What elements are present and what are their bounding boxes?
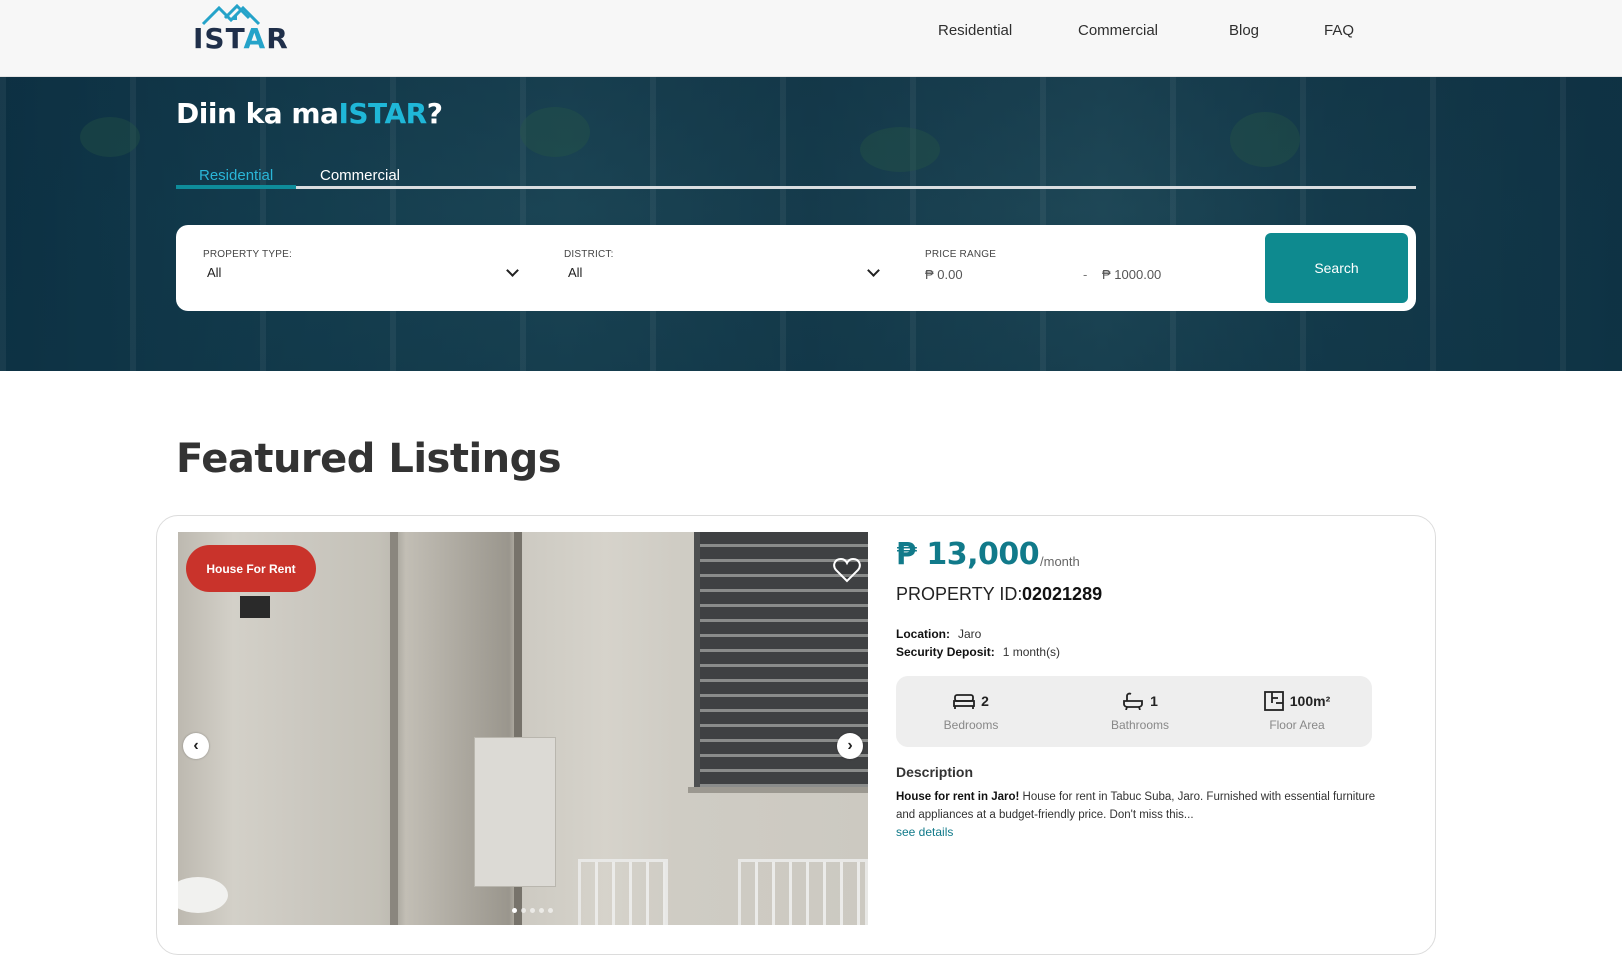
floor-area-value: 100m²: [1289, 693, 1331, 709]
bathrooms-count: 1: [1150, 693, 1158, 709]
bedrooms-label: Bedrooms: [943, 718, 999, 732]
deposit-line: Security Deposit: 1 month(s): [896, 645, 1060, 659]
price-separator: -: [1083, 267, 1088, 282]
deposit-value: 1 month(s): [1002, 645, 1061, 659]
hero-banner: Diin ka maISTAR? Residential Commercial …: [0, 77, 1622, 371]
drying-rack: [578, 859, 668, 925]
stool: [178, 877, 228, 913]
search-panel: PROPERTY TYPE: All DISTRICT: All PRICE R…: [176, 225, 1416, 311]
district-label: DISTRICT:: [564, 249, 614, 260]
nav-link-commercial[interactable]: Commercial: [1078, 22, 1158, 39]
carousel-next-button[interactable]: ›: [837, 733, 863, 759]
tab-residential[interactable]: Residential: [199, 167, 273, 184]
price-min-input[interactable]: ₱ 0.00: [925, 267, 1075, 285]
nav-link-residential[interactable]: Residential: [938, 22, 1012, 39]
bedrooms-count: 2: [981, 693, 989, 709]
carousel-prev-button[interactable]: ‹: [183, 733, 209, 759]
top-navbar: ISTAR Residential Commercial Blog FAQ: [0, 0, 1622, 77]
door-frame: [390, 532, 398, 925]
description-lead: House for rent in Jaro!: [896, 791, 1020, 803]
search-tabs: Residential Commercial: [176, 167, 1416, 199]
property-type-label: PROPERTY TYPE:: [203, 249, 292, 260]
tabs-underline: [176, 186, 1416, 189]
floor-area-feature: 100m² Floor Area: [1222, 676, 1372, 747]
chevron-down-icon: [867, 264, 880, 277]
location-label: Location:: [896, 627, 950, 641]
active-tab-indicator: [176, 185, 296, 189]
bathtub-icon: [1123, 692, 1143, 710]
property-type-select[interactable]: All: [203, 261, 523, 285]
chevron-down-icon: [506, 264, 519, 277]
price-unit: /month: [1040, 554, 1080, 569]
feature-summary: 2 Bedrooms 1 Bathrooms 100m² Floor Area: [896, 676, 1372, 747]
search-button[interactable]: Search: [1265, 233, 1408, 303]
plant-decoration: [860, 127, 940, 172]
plant-decoration: [80, 117, 140, 157]
tab-commercial[interactable]: Commercial: [320, 167, 400, 184]
bathrooms-feature: 1 Bathrooms: [1065, 676, 1215, 747]
listing-type-badge[interactable]: House For Rent: [186, 545, 316, 592]
property-id-value: 02021289: [1022, 584, 1103, 604]
floor-plan-icon: [1263, 691, 1284, 711]
plant-decoration: [520, 107, 590, 157]
heart-icon[interactable]: [833, 557, 861, 583]
listing-price: ₱ 13,000: [896, 537, 1040, 572]
location-line: Location: Jaro: [896, 627, 981, 641]
drying-rack: [738, 859, 868, 925]
carousel-dot[interactable]: [539, 908, 544, 913]
window-sill: [688, 787, 868, 793]
carousel-dot[interactable]: [521, 908, 526, 913]
wall-fixture: [240, 596, 270, 618]
hero-title: Diin ka maISTAR?: [176, 97, 443, 130]
carousel-dots: [512, 908, 562, 916]
bed-icon: [953, 694, 975, 709]
district-select[interactable]: All: [564, 261, 884, 285]
description-title: Description: [896, 764, 974, 780]
plant-decoration: [1230, 112, 1300, 167]
price-range-label: PRICE RANGE: [925, 249, 997, 260]
bedrooms-feature: 2 Bedrooms: [896, 676, 1046, 747]
carousel-dot[interactable]: [512, 908, 517, 913]
price-max-input[interactable]: ₱ 1000.00: [1102, 267, 1252, 285]
appliance: [474, 737, 556, 887]
property-id-label: PROPERTY ID:: [896, 584, 1023, 604]
nav-link-blog[interactable]: Blog: [1229, 22, 1259, 39]
location-value: Jaro: [958, 627, 982, 641]
deposit-label: Security Deposit:: [896, 645, 995, 659]
property-type-value: All: [207, 265, 222, 280]
nav-links: Residential Commercial Blog FAQ: [0, 22, 1622, 44]
featured-listings-title: Featured Listings: [176, 436, 562, 482]
carousel-dot[interactable]: [548, 908, 553, 913]
carousel-dot[interactable]: [530, 908, 535, 913]
description-text: House for rent in Jaro! House for rent i…: [896, 788, 1376, 824]
floor-area-label: Floor Area: [1269, 718, 1325, 732]
district-value: All: [568, 265, 583, 280]
nav-link-faq[interactable]: FAQ: [1324, 22, 1354, 39]
bathrooms-label: Bathrooms: [1110, 718, 1170, 732]
see-details-link[interactable]: see details: [896, 825, 953, 839]
